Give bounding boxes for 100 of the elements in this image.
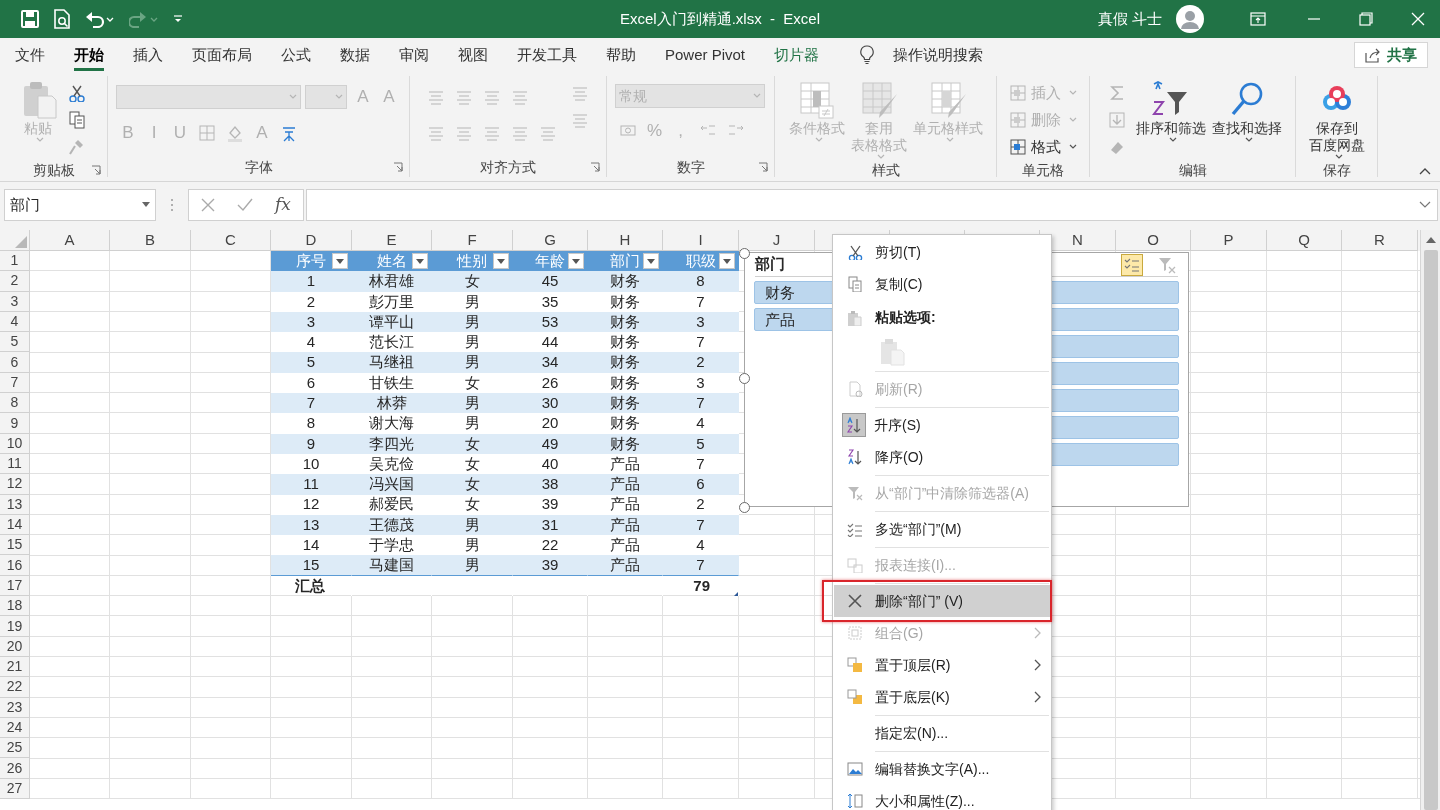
table-cell: 38 [513,474,588,495]
table-cell: 3 [271,311,352,333]
table-cell: 4 [663,413,739,434]
group-label: 编辑 [1178,160,1207,180]
table-cell: 李四光 [352,433,432,454]
table-cell: 冯兴国 [352,474,432,495]
table-cell: 财务 [588,311,663,333]
table-cell: 39 [513,494,588,515]
table-cell: 30 [513,393,588,414]
table-cell: 35 [513,291,588,312]
table-cell: 8 [271,413,352,434]
table-cell: 彭万里 [352,291,432,312]
table-cell: 产品 [588,453,663,475]
table-cell: 财务 [588,433,663,454]
table-cell: 产品 [588,555,663,576]
user-name: 真假 斗士 [1097,8,1162,29]
window-title: Excel入门到精通.xlsx - Excel [620,8,820,29]
table-cell: 39 [513,555,588,576]
table-cell: 12 [271,494,352,515]
table-cell: 林君雄 [352,271,432,292]
group-label: 样式 [871,160,900,180]
table-cell: 甘铁生 [352,372,432,394]
table-cell: 40 [513,453,588,475]
table-cell: 49 [513,433,588,454]
table-cell: 男 [432,311,513,333]
table-cell: 7 [663,555,739,576]
table-cell: 女 [432,474,513,495]
column-header-cell: 姓名 [352,251,432,272]
group-label: 数字 [676,157,705,177]
group-label: 保存 [1322,160,1351,180]
button-label: 保存到 [1315,120,1358,137]
table-cell: 男 [432,413,513,434]
table-cell: 3 [663,311,739,333]
button-label: 表格格式 [850,137,907,154]
table-cell: 79 [663,575,739,597]
table-cell: 20 [513,413,588,434]
table-cell: 谭平山 [352,311,432,333]
table-cell: 1 [271,271,352,292]
table-cell: 45 [513,271,588,292]
table-cell: 7 [271,393,352,414]
table-cell: 王德茂 [352,514,432,536]
table-cell: 8 [663,271,739,292]
table-cell: 财务 [588,291,663,312]
table-cell: 财务 [588,393,663,414]
table-cell: 女 [432,494,513,515]
table-cell: 15 [271,555,352,576]
table-cell: 2 [663,494,739,515]
button-label: 套用 [864,120,893,137]
table-cell: 产品 [588,474,663,495]
table-cell: 7 [663,393,739,414]
column-header-cell: 部门 [588,251,663,272]
button-label: 百度网盘 [1308,137,1365,154]
table-cell: 女 [432,453,513,475]
table-cell: 10 [271,453,352,475]
table-cell: 产品 [588,514,663,536]
table-cell: 6 [663,474,739,495]
table-cell: 34 [513,352,588,373]
table-cell: 女 [432,271,513,292]
table-cell: 31 [513,514,588,536]
table-cell: 男 [432,291,513,312]
table-cell: 2 [663,352,739,373]
table-cell: 财务 [588,372,663,394]
table-cell: 产品 [588,494,663,515]
table-cell: 汇总 [271,575,352,597]
column-header-cell: 性别 [432,251,513,272]
table-cell: 13 [271,514,352,536]
table-cell: 5 [663,433,739,454]
table-cell: 谢大海 [352,413,432,434]
table-cell: 财务 [588,271,663,292]
table-cell: 3 [663,372,739,394]
group-label: 剪贴板 [32,160,75,180]
slicer-title: 部门 [755,254,785,275]
table-cell: 5 [271,352,352,373]
table-cell: 7 [663,453,739,475]
table-cell: 7 [663,514,739,536]
table-cell: 女 [432,372,513,394]
table-cell: 吴克俭 [352,453,432,475]
table-cell: 男 [432,514,513,536]
group-label: 单元格 [1022,160,1064,180]
table-cell: 男 [432,393,513,414]
table-cell: 财务 [588,352,663,373]
table-cell: 9 [271,433,352,454]
table-cell: 6 [271,372,352,394]
table-cell: 马继祖 [352,352,432,373]
table-cell: 53 [513,311,588,333]
table-cell: 马建国 [352,555,432,576]
table-cell: 女 [432,433,513,454]
table-cell: 男 [432,555,513,576]
menu-section-label: 粘贴选项: [875,308,936,327]
table-cell: 7 [663,291,739,312]
group-label: 对齐方式 [480,157,536,177]
table-cell: 林莽 [352,393,432,414]
column-header-cell: 年龄 [513,251,588,272]
group-label: 字体 [244,157,273,177]
table-cell: 2 [271,291,352,312]
table-cell: 郝爱民 [352,494,432,515]
table-cell: 26 [513,372,588,394]
table-cell: 11 [271,474,352,495]
column-header-cell: 序号 [271,251,352,272]
table-cell: 男 [432,352,513,373]
